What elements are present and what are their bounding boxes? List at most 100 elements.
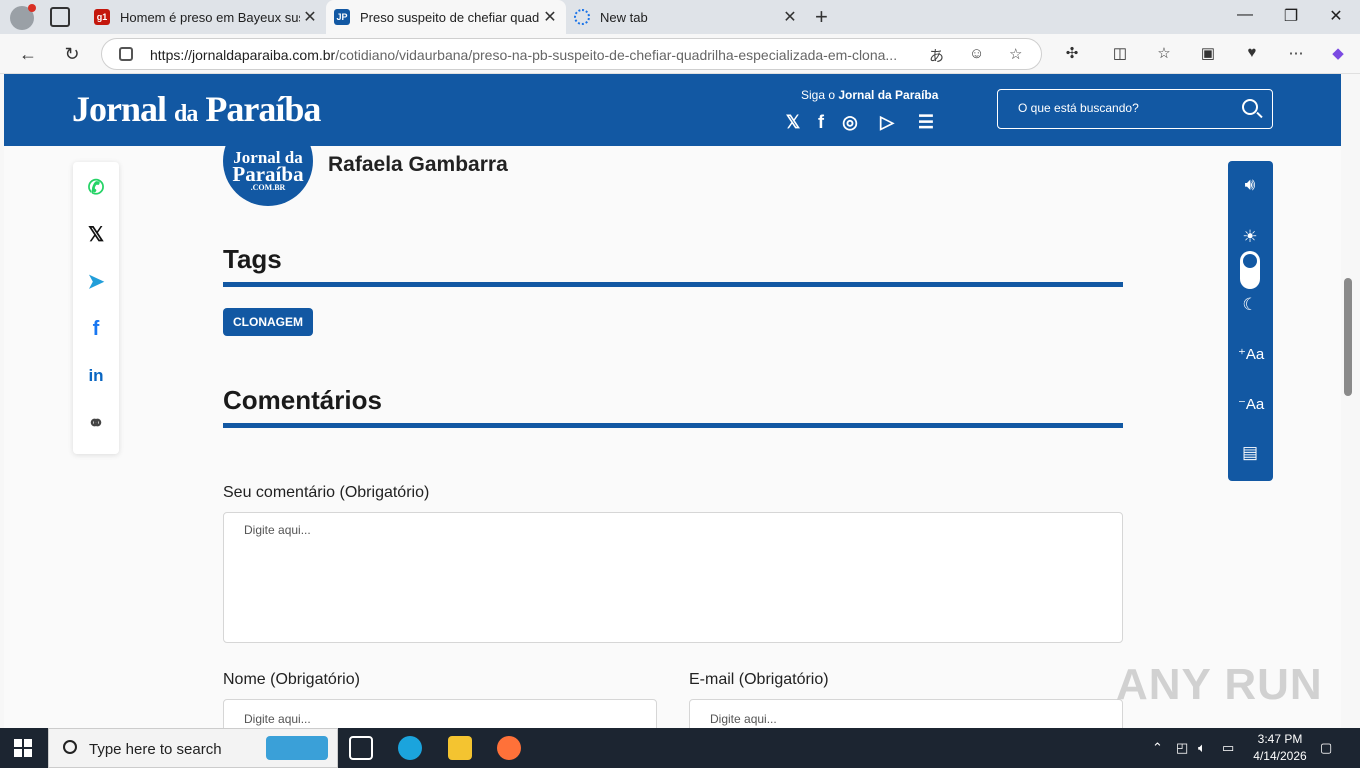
author-name[interactable]: Rafaela Gambarra <box>328 153 508 177</box>
share-sidebar: ✆ 𝕏 ➤ f in ⚭ <box>73 162 119 454</box>
minimize-icon[interactable]: — <box>1235 6 1255 24</box>
facebook-icon[interactable]: f <box>84 317 108 341</box>
logo-end: Paraíba <box>205 89 321 129</box>
close-icon[interactable]: ✕ <box>780 7 800 27</box>
search-input[interactable] <box>1018 101 1238 115</box>
copilot-icon[interactable]: ◆ <box>1328 44 1348 64</box>
more-menu-icon[interactable]: ⋯ <box>1286 44 1306 64</box>
name-field[interactable] <box>223 699 657 728</box>
linkedin-icon[interactable]: in <box>84 364 108 388</box>
close-icon[interactable]: ✕ <box>300 7 320 27</box>
tab-g1[interactable]: g1 Homem é preso em Bayeux suspe ✕ <box>86 0 326 34</box>
search-icon <box>63 740 77 754</box>
follow-brand: Jornal da Paraíba <box>838 88 939 102</box>
battery-icon[interactable]: ▭ <box>1222 740 1234 756</box>
moon-icon[interactable]: ☾ <box>1238 293 1262 317</box>
site-logo[interactable]: Jornal da Paraíba <box>72 88 321 130</box>
tab-title: Preso suspeito de chefiar quadrilh <box>360 9 540 25</box>
new-tab-button[interactable]: + <box>815 4 828 30</box>
firefox-icon[interactable] <box>497 736 521 760</box>
tab-strip: g1 Homem é preso em Bayeux suspe ✕ JP Pr… <box>0 0 1360 34</box>
back-arrow-icon[interactable]: ← <box>16 42 40 66</box>
instagram-icon[interactable]: ◎ <box>839 112 861 133</box>
clock-time: 3:47 PM <box>1257 732 1303 746</box>
scrollbar-thumb[interactable] <box>1344 278 1352 396</box>
edge-icon[interactable] <box>398 736 422 760</box>
page-content: Jornal da Paraíba .COM.BR Rafaela Gambar… <box>4 146 1341 728</box>
tab-jornal-da-paraiba[interactable]: JP Preso suspeito de chefiar quadrilh ✕ <box>326 0 566 34</box>
restore-icon[interactable]: ❐ <box>1281 6 1301 26</box>
tab-actions-icon[interactable] <box>50 7 70 27</box>
news-widget-icon[interactable] <box>266 736 328 760</box>
link-icon[interactable]: ⚭ <box>84 412 108 436</box>
tag-clonagem[interactable]: CLONAGEM <box>223 308 313 336</box>
collections-icon[interactable]: ▣ <box>1198 44 1218 64</box>
youtube-icon[interactable]: ▷ <box>876 112 898 133</box>
comment-icon[interactable]: ▤ <box>1238 441 1262 465</box>
theme-toggle[interactable] <box>1240 251 1260 289</box>
author-logo-line3: .COM.BR <box>250 183 286 192</box>
more-tools-icon[interactable]: ☺ <box>969 45 984 62</box>
file-explorer-icon[interactable] <box>448 736 472 760</box>
comments-divider <box>223 423 1123 428</box>
follow-prefix: Siga o <box>801 88 839 102</box>
logo-da: da <box>174 101 198 127</box>
email-field[interactable] <box>689 699 1123 728</box>
author-avatar: Jornal da Paraíba .COM.BR <box>223 146 313 206</box>
tab-new-tab[interactable]: New tab ✕ <box>566 0 806 34</box>
search-icon[interactable] <box>1242 99 1258 115</box>
task-view-icon[interactable] <box>349 736 373 760</box>
taskbar-search-text: Type here to search <box>89 741 222 758</box>
x-icon[interactable]: 𝕏 <box>84 223 108 247</box>
browser-essentials-icon[interactable]: ♥ <box>1242 44 1262 64</box>
start-button[interactable] <box>14 739 32 757</box>
speaker-icon[interactable]: 🔊︎ <box>1238 173 1262 197</box>
comment-label: Seu comentário (Obrigatório) <box>223 484 430 501</box>
favorite-star-icon[interactable]: ☆ <box>1009 45 1022 63</box>
page-scrollbar[interactable] <box>1341 74 1360 728</box>
site-header: Jornal da Paraíba Siga o Jornal da Paraí… <box>4 74 1341 146</box>
font-decrease-icon[interactable]: ⁻Aa <box>1238 393 1264 417</box>
window-close-icon[interactable]: ✕ <box>1326 6 1346 26</box>
network-icon[interactable]: ◰ <box>1176 740 1188 756</box>
url-path: /cotidiano/vidaurbana/preso-na-pb-suspei… <box>335 47 898 63</box>
telegram-icon[interactable]: ➤ <box>84 270 108 294</box>
follow-text: Siga o Jornal da Paraíba <box>801 88 938 102</box>
facebook-icon[interactable]: f <box>810 112 832 133</box>
anyrun-watermark: ANY RUN <box>1116 660 1323 709</box>
name-label: Nome (Obrigatório) <box>223 671 360 688</box>
split-screen-icon[interactable]: ◫ <box>1110 44 1130 64</box>
loading-icon <box>574 9 590 25</box>
jp-favicon-icon: JP <box>334 9 350 25</box>
tab-title: Homem é preso em Bayeux suspe <box>120 9 300 25</box>
tab-title: New tab <box>600 9 648 25</box>
url-text[interactable]: https://jornaldaparaiba.com.br/cotidiano… <box>150 47 920 63</box>
tags-divider <box>223 282 1123 287</box>
rss-icon[interactable]: ☰ <box>915 112 937 133</box>
font-increase-icon[interactable]: ⁺Aa <box>1238 343 1264 367</box>
whatsapp-icon[interactable]: ✆ <box>84 176 108 200</box>
refresh-icon[interactable]: ↻ <box>60 42 84 66</box>
site-info-icon[interactable] <box>119 47 133 61</box>
logo-main: Jornal <box>72 89 167 129</box>
read-aloud-icon[interactable]: あ <box>929 45 944 66</box>
tray-chevron-icon[interactable]: ⌃ <box>1152 740 1163 756</box>
x-twitter-icon[interactable]: 𝕏 <box>782 112 804 133</box>
url-host: https://jornaldaparaiba.com.br <box>150 47 336 63</box>
extensions-icon[interactable]: ✣ <box>1062 44 1082 64</box>
close-icon[interactable]: ✕ <box>540 7 560 27</box>
browser-window: g1 Homem é preso em Bayeux suspe ✕ JP Pr… <box>0 0 1360 728</box>
comments-heading: Comentários <box>223 385 382 415</box>
windows-taskbar: Type here to search ⌃ ◰ 🔈︎ ▭ 3:47 PM 4/1… <box>0 728 1360 768</box>
profile-avatar-icon[interactable] <box>10 4 36 30</box>
search-box[interactable] <box>997 89 1273 129</box>
address-toolbar: ← ↻ https://jornaldaparaiba.com.br/cotid… <box>0 34 1360 74</box>
taskbar-clock[interactable]: 3:47 PM 4/14/2026 <box>1240 731 1320 765</box>
address-bar[interactable]: https://jornaldaparaiba.com.br/cotidiano… <box>101 38 1042 70</box>
favorites-icon[interactable]: ☆ <box>1154 44 1174 64</box>
comment-textarea[interactable] <box>223 512 1123 643</box>
g1-favicon-icon: g1 <box>94 9 110 25</box>
notifications-icon[interactable]: ▢ <box>1320 740 1332 756</box>
volume-icon[interactable]: 🔈︎ <box>1198 740 1206 756</box>
sun-icon[interactable]: ☀ <box>1238 225 1262 249</box>
